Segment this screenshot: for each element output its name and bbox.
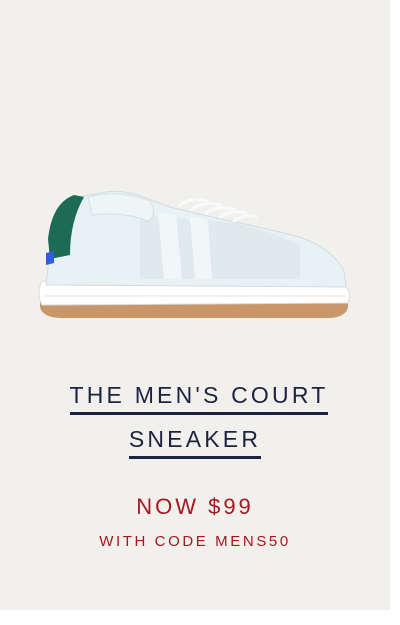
promo-code-text: WITH CODE MENS50 xyxy=(99,533,291,550)
product-card[interactable]: THE MEN'S COURT SNEAKER NOW $99 WITH COD… xyxy=(0,0,390,610)
product-name-line-2[interactable]: SNEAKER xyxy=(128,425,262,459)
product-title[interactable]: THE MEN'S COURT SNEAKER xyxy=(0,381,390,459)
product-price: NOW $99 xyxy=(136,494,254,519)
product-name-line-1[interactable]: THE MEN'S COURT xyxy=(69,381,329,415)
sneaker-icon[interactable] xyxy=(30,175,360,335)
